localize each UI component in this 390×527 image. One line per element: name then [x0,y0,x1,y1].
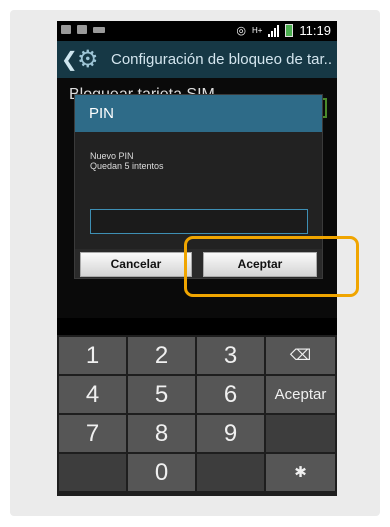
key-6[interactable]: 6 [197,376,264,413]
blank-key [266,415,335,452]
settings-gear-icon: ⚙ [77,46,99,73]
status-bar: ◎ H+ 11:19 [57,21,337,41]
image-notification-icon [61,25,71,34]
message-notification-icon [77,25,87,34]
screen-title: Configuración de bloqueo de tar.. [111,51,332,68]
key-0[interactable]: 0 [128,454,195,491]
backspace-icon[interactable]: ⌫ [266,337,335,374]
clock: 11:19 [299,23,331,38]
key-3[interactable]: 3 [197,337,264,374]
settings-key-icon[interactable]: ✱ [266,454,335,491]
notification-icons [61,25,105,34]
eye-icon: ◎ [236,25,246,37]
dialog-prompt: Nuevo PIN [90,151,134,161]
key-2[interactable]: 2 [128,337,195,374]
key-5[interactable]: 5 [128,376,195,413]
status-indicators: ◎ H+ 11:19 [236,23,331,38]
dialog-title: PIN [75,95,322,132]
key-9[interactable]: 9 [197,415,264,452]
key-7[interactable]: 7 [59,415,126,452]
accept-highlight-annotation [184,236,359,297]
network-type: H+ [251,26,263,35]
numeric-keypad: 1 2 3 ⌫ 4 5 6 Aceptar 7 8 9 0 ✱ [57,335,337,496]
blank-key [59,454,126,491]
battery-icon [285,24,294,37]
key-1[interactable]: 1 [59,337,126,374]
pin-input[interactable] [90,209,308,234]
back-chevron-icon[interactable]: ❮ [61,47,78,72]
attempts-remaining: Quedan 5 intentos [90,161,164,171]
cancel-button[interactable]: Cancelar [80,252,192,277]
blank-key [197,454,264,491]
signal-icon [268,24,280,37]
enter-key[interactable]: Aceptar [266,376,335,413]
usb-notification-icon [93,27,105,33]
key-4[interactable]: 4 [59,376,126,413]
key-8[interactable]: 8 [128,415,195,452]
action-bar: ❮ ⚙ Configuración de bloqueo de tar.. [57,41,337,78]
